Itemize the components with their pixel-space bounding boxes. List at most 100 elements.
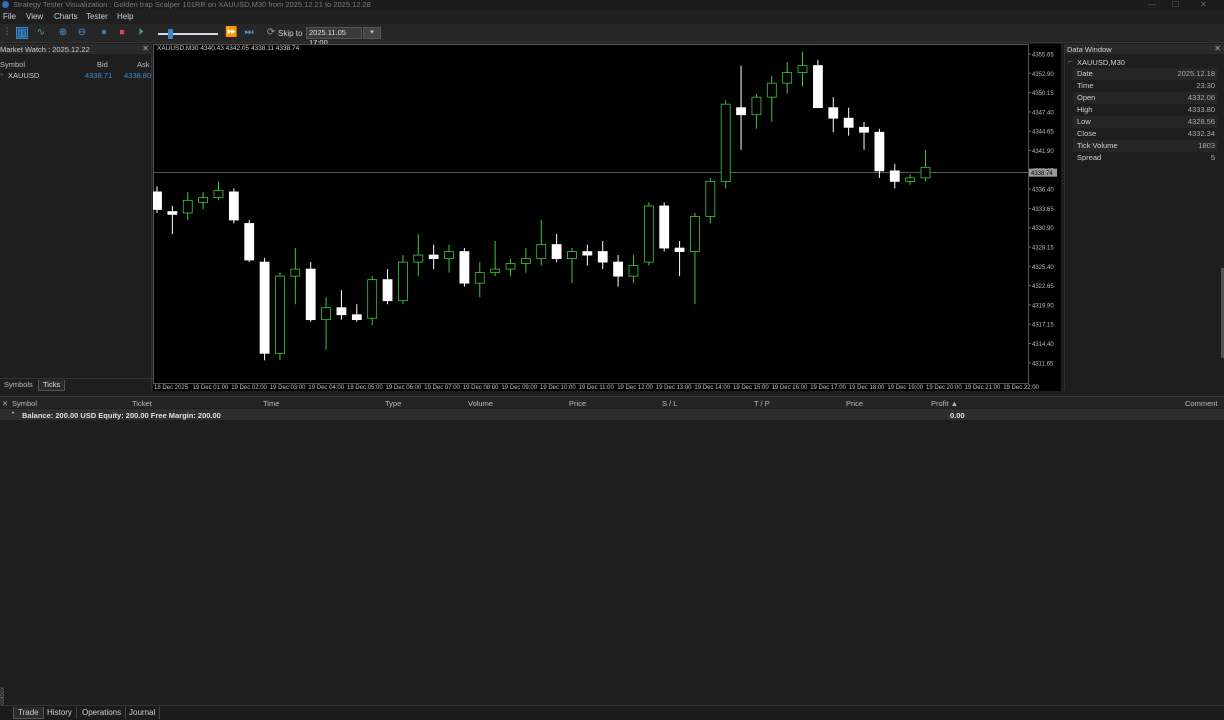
candle-bullish[interactable] <box>520 258 531 264</box>
candle-bearish[interactable] <box>889 170 900 182</box>
column-symbol[interactable]: Symbol <box>0 60 25 69</box>
zoom-out-icon[interactable]: ⊖ <box>76 27 88 39</box>
tab-ticks[interactable]: Ticks <box>38 380 66 391</box>
minimize-icon[interactable]: — <box>1148 0 1156 9</box>
candle-bullish[interactable] <box>905 177 916 182</box>
column-price[interactable]: Price <box>569 399 586 408</box>
candle-bullish[interactable] <box>444 251 454 259</box>
candle-bullish[interactable] <box>490 268 501 274</box>
candle-bullish[interactable] <box>720 103 731 182</box>
menu-help[interactable]: Help <box>117 12 133 21</box>
column-time[interactable]: Time <box>263 399 279 408</box>
candle-bullish[interactable] <box>474 272 485 284</box>
close-icon[interactable]: ✕ <box>1214 44 1221 53</box>
candle-bullish[interactable] <box>751 96 762 116</box>
tab-operations[interactable]: Operations <box>78 707 127 719</box>
candle-bullish[interactable] <box>628 265 639 277</box>
candle-bullish[interactable] <box>398 261 408 302</box>
candle-bullish[interactable] <box>567 251 577 259</box>
maximize-icon[interactable]: ☐ <box>1172 0 1179 9</box>
line-chart-icon[interactable]: ∿ <box>35 27 47 39</box>
candle-bearish[interactable] <box>228 191 239 221</box>
candle-bearish[interactable] <box>674 247 685 252</box>
menu-view[interactable]: View <box>26 12 43 21</box>
tab-history[interactable]: History <box>43 707 77 719</box>
skip-to-dropdown-button[interactable]: ▾ <box>363 27 381 39</box>
speed-slider[interactable] <box>158 33 218 35</box>
candle-bullish[interactable] <box>198 197 209 203</box>
step-icon[interactable]: ⏵ <box>135 27 147 39</box>
candle-bearish[interactable] <box>153 191 162 210</box>
candle-bearish[interactable] <box>428 254 439 259</box>
candle-bullish[interactable] <box>690 216 700 252</box>
candle-bearish[interactable] <box>382 279 393 302</box>
candle-bearish[interactable] <box>874 131 885 172</box>
column-sl[interactable]: S / L <box>662 399 677 408</box>
price-chart[interactable]: 4355.65 4352.90 4350.15 4347.40 4344.65 4341.… <box>153 44 1061 391</box>
candle-bullish[interactable] <box>367 279 378 319</box>
tab-symbols[interactable]: Symbols <box>0 380 37 391</box>
candle-bullish[interactable] <box>705 180 716 217</box>
candlestick-chart-icon[interactable]: ▥ <box>16 27 28 39</box>
candle-bullish[interactable] <box>275 275 285 354</box>
zoom-in-icon[interactable]: ⊕ <box>57 27 69 39</box>
tab-journal[interactable]: Journal <box>125 707 161 719</box>
pause-icon[interactable]: ⏸ <box>98 27 110 39</box>
column-comment[interactable]: Comment <box>1185 399 1218 408</box>
column-bid[interactable]: Bid <box>97 60 108 69</box>
candle-bullish[interactable] <box>643 205 654 263</box>
tab-trade[interactable]: Trade <box>13 707 44 719</box>
candle-bullish[interactable] <box>321 307 331 321</box>
candle-bearish[interactable] <box>336 307 347 316</box>
symbol-xauusd[interactable]: XAUUSD <box>8 71 39 80</box>
column-volume[interactable]: Volume <box>468 399 493 408</box>
speed-slider-handle[interactable] <box>168 29 173 39</box>
candle-bearish[interactable] <box>859 126 869 133</box>
candle-bullish[interactable] <box>182 199 193 214</box>
balance-row[interactable]: • Balance: 200.00 USD Equity: 200.00 Fre… <box>0 409 1224 420</box>
column-symbol[interactable]: Symbol <box>12 399 37 408</box>
candle-bullish[interactable] <box>920 166 931 179</box>
candle-bearish[interactable] <box>305 268 316 321</box>
candle-bullish[interactable] <box>782 72 793 84</box>
candle-bearish[interactable] <box>813 65 823 109</box>
menu-charts[interactable]: Charts <box>54 12 78 21</box>
candle-bullish[interactable] <box>213 190 224 198</box>
candlestick-chart[interactable]: 4355.65 4352.90 4350.15 4347.40 4344.65 4341.… <box>153 44 1061 391</box>
candle-bearish[interactable] <box>843 117 854 128</box>
skip-end-icon[interactable]: ⏭ <box>243 27 255 39</box>
candle-bearish[interactable] <box>582 251 593 256</box>
column-ask[interactable]: Ask <box>137 60 150 69</box>
toolbox-close-icon[interactable]: ✕ <box>2 399 8 408</box>
candle-bearish[interactable] <box>736 107 746 116</box>
candle-bearish[interactable] <box>597 251 608 263</box>
menu-tester[interactable]: Tester <box>86 12 108 21</box>
candle-bearish[interactable] <box>259 261 270 354</box>
column-ticket[interactable]: Ticket <box>132 399 152 408</box>
candle-bullish[interactable] <box>797 65 808 73</box>
candle-bullish[interactable] <box>766 82 777 98</box>
candle-bearish[interactable] <box>244 223 255 261</box>
close-icon[interactable]: ✕ <box>1200 0 1207 9</box>
menu-file[interactable]: File <box>3 12 16 21</box>
skip-to-input[interactable]: 2025.11.05 17:00 <box>306 27 362 47</box>
candle-bearish[interactable] <box>613 261 624 277</box>
candle-bullish[interactable] <box>536 244 547 259</box>
candle-bearish[interactable] <box>828 107 839 119</box>
candle-bearish[interactable] <box>167 211 178 215</box>
candle-bullish[interactable] <box>290 268 301 277</box>
candle-bullish[interactable] <box>505 263 516 270</box>
candle-bearish[interactable] <box>551 244 562 259</box>
candle-bearish[interactable] <box>351 314 362 321</box>
column-profit[interactable]: Profit ▲ <box>931 399 958 408</box>
candle-bullish[interactable] <box>413 254 424 263</box>
bar-chart-icon[interactable]: ⫶ <box>1 27 13 39</box>
column-current-price[interactable]: Price <box>846 399 863 408</box>
fast-forward-icon[interactable]: ⏩ <box>225 27 237 39</box>
candle-bearish[interactable] <box>459 251 470 284</box>
stop-icon[interactable]: ⏹ <box>116 27 128 39</box>
close-icon[interactable]: ✕ <box>142 44 149 53</box>
column-type[interactable]: Type <box>385 399 401 408</box>
candle-bearish[interactable] <box>659 205 670 249</box>
column-tp[interactable]: T / P <box>754 399 770 408</box>
